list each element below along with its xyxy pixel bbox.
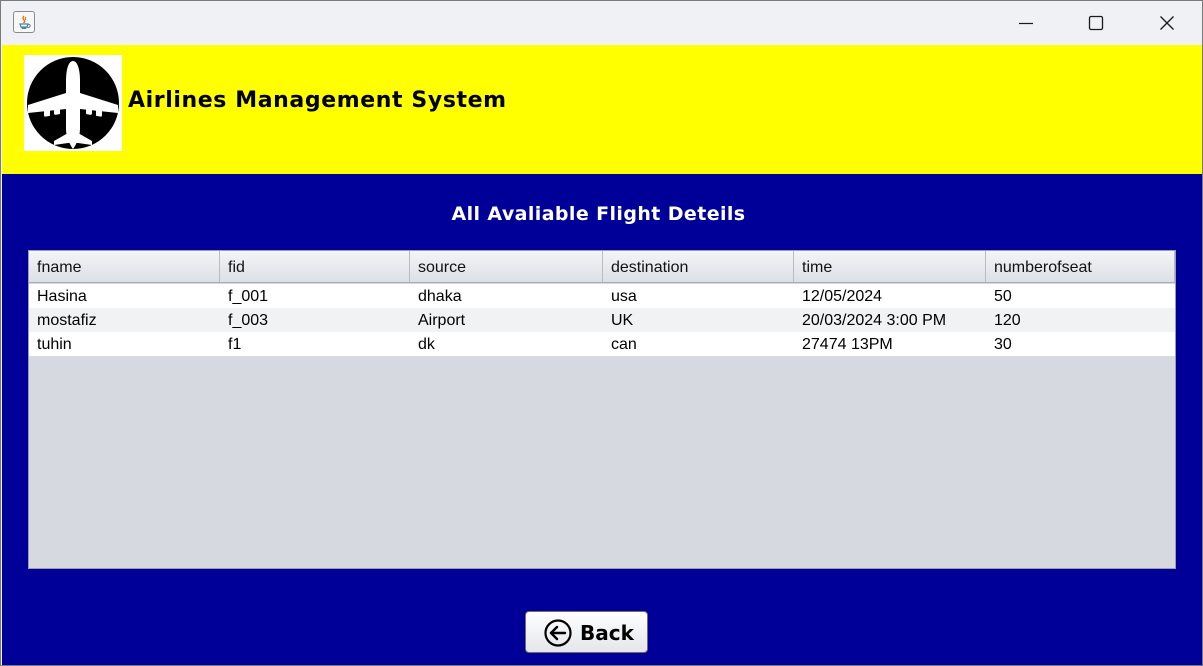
cell-source: dhaka <box>418 288 462 305</box>
cell-destination: UK <box>611 312 634 329</box>
title-bar[interactable] <box>1 1 1202 45</box>
cell-fname: Hasina <box>37 288 87 305</box>
back-button[interactable]: Back <box>525 611 648 653</box>
maximize-button[interactable] <box>1061 1 1131 45</box>
app-title: Airlines Management System <box>128 88 507 113</box>
column-header-source[interactable]: source <box>410 251 603 282</box>
table-row[interactable]: mostafiz f_003 Airport UK 20/03/2024 3:0… <box>29 308 1175 332</box>
cell-numberofseat: 50 <box>994 288 1012 305</box>
cell-source: dk <box>418 336 435 353</box>
cell-destination: can <box>611 336 637 353</box>
airline-logo <box>24 55 122 151</box>
close-icon <box>1160 16 1174 30</box>
cell-time: 27474 13PM <box>802 336 893 353</box>
cell-time: 12/05/2024 <box>802 288 883 305</box>
maximize-icon <box>1088 15 1104 31</box>
cell-source: Airport <box>418 312 466 329</box>
airplane-icon <box>27 57 119 149</box>
column-header-fname[interactable]: fname <box>29 251 220 282</box>
flights-table[interactable]: fname fid source destination time number… <box>28 250 1176 569</box>
main-panel: All Avaliable Flight Deteils fname fid s… <box>2 174 1202 665</box>
column-header-destination[interactable]: destination <box>603 251 794 282</box>
cell-fid: f_001 <box>228 288 269 305</box>
cell-fname: mostafiz <box>37 312 97 329</box>
cell-time: 20/03/2024 3:00 PM <box>802 312 947 329</box>
table-header: fname fid source destination time number… <box>29 251 1175 283</box>
minimize-button[interactable] <box>991 1 1061 45</box>
cell-numberofseat: 30 <box>994 336 1012 353</box>
minimize-icon <box>1019 22 1033 25</box>
cell-fid: f_003 <box>228 312 269 329</box>
app-header: Airlines Management System <box>2 45 1202 174</box>
cell-fid: f1 <box>228 336 242 353</box>
java-app-icon <box>13 11 35 33</box>
column-header-fid[interactable]: fid <box>220 251 410 282</box>
table-row[interactable]: tuhin f1 dk can 27474 13PM 30 <box>29 332 1175 356</box>
column-header-numberofseat[interactable]: numberofseat <box>986 251 1175 282</box>
close-button[interactable] <box>1132 1 1202 45</box>
arrow-left-circle-icon <box>544 619 572 647</box>
back-button-label: Back <box>580 621 634 645</box>
cell-numberofseat: 120 <box>994 312 1021 329</box>
table-row[interactable]: Hasina f_001 dhaka usa 12/05/2024 50 <box>29 284 1175 308</box>
section-title: All Avaliable Flight Deteils <box>451 203 746 225</box>
cell-destination: usa <box>611 288 637 305</box>
column-header-time[interactable]: time <box>794 251 986 282</box>
cell-fname: tuhin <box>37 336 72 353</box>
app-window: Airlines Management System All Avaliable… <box>0 0 1203 666</box>
